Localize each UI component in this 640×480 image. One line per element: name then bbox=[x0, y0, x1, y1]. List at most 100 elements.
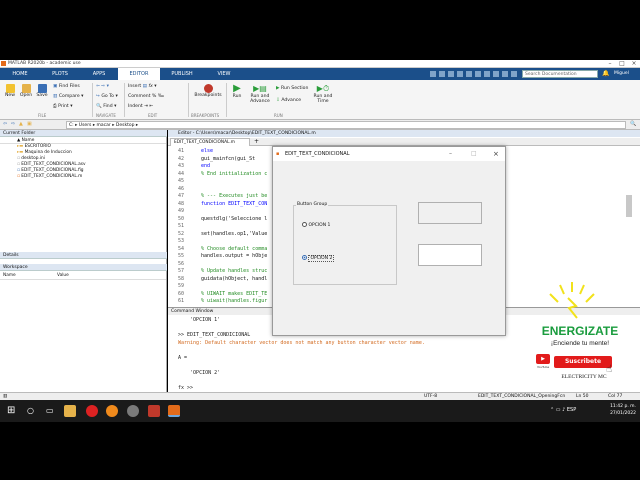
details-header[interactable]: Details bbox=[0, 252, 167, 259]
file-item[interactable]: ▫ EDIT_TEXT_CONDICIONAL.m bbox=[0, 174, 160, 180]
divider bbox=[188, 83, 189, 117]
minimize-icon[interactable]: – bbox=[449, 147, 452, 161]
browse-folder-icon[interactable]: ▣ bbox=[27, 121, 32, 127]
tab-apps[interactable]: APPS bbox=[80, 68, 118, 80]
notification-icon[interactable]: 🔔 bbox=[602, 70, 609, 77]
find-button[interactable]: 🔍 Find ▾ bbox=[96, 104, 116, 109]
new-label: New bbox=[4, 93, 16, 98]
navigate-section-label: NAVIGATE bbox=[96, 113, 116, 118]
status-line: Ln 50 bbox=[576, 394, 589, 399]
go-to-button[interactable]: ↪ Go To ▾ bbox=[96, 94, 118, 99]
edit-text-1[interactable] bbox=[418, 202, 482, 224]
tab-view[interactable]: VIEW bbox=[204, 68, 244, 80]
energizate-subtitle: ¡Enciende tu mente! bbox=[550, 340, 610, 347]
editor-file-tab[interactable]: EDIT_TEXT_CONDICIONAL.m bbox=[170, 138, 250, 146]
acrobat-icon[interactable] bbox=[148, 405, 160, 417]
task-view-icon[interactable]: ▭ bbox=[46, 405, 54, 417]
settings-icon[interactable] bbox=[127, 405, 139, 417]
run-advance-icon: ▶▤ bbox=[253, 84, 267, 93]
maximize-icon[interactable]: □ bbox=[471, 147, 477, 161]
line-number[interactable]: 61 bbox=[168, 297, 184, 305]
code-text: handles.output = hObje bbox=[198, 253, 268, 259]
clock-time[interactable]: 11:42 p. m. bbox=[606, 404, 636, 409]
run-button[interactable]: ▶ Run bbox=[229, 84, 245, 100]
path-drive[interactable]: C: bbox=[69, 123, 74, 128]
command-line: A = bbox=[178, 354, 188, 361]
open-label: Open bbox=[19, 93, 33, 98]
file-item-label: EDIT_TEXT_CONDICIONAL.asv bbox=[21, 162, 86, 167]
path-segment[interactable]: macar bbox=[97, 123, 111, 128]
breakpoints-button[interactable]: Breakpoints bbox=[192, 84, 224, 98]
editor-scrollbar[interactable] bbox=[626, 195, 632, 217]
windows-start-icon[interactable]: ⊞ bbox=[7, 405, 15, 417]
subscribe-button[interactable]: Suscribete bbox=[554, 356, 612, 368]
current-path[interactable]: C: ▸ Users ▸ macar ▸ Desktop ▸ bbox=[66, 121, 626, 129]
tab-home[interactable]: HOME bbox=[0, 68, 40, 80]
run-time-button[interactable]: ▶⏱ Run and Time bbox=[312, 84, 334, 104]
left-panel: Current Folder ▲ Name ▸▬ ESCRITORIO ▸▬ M… bbox=[0, 130, 167, 392]
minimize-icon[interactable]: – bbox=[604, 60, 616, 68]
search-icon[interactable]: ○ bbox=[27, 405, 34, 417]
radio-opcion-1[interactable]: OPCION 1 bbox=[302, 222, 330, 229]
back-forward-buttons[interactable]: ⇦ ⇨ ▾ bbox=[96, 84, 109, 89]
workspace-name-header[interactable]: Name bbox=[3, 272, 16, 280]
maximize-icon[interactable]: □ bbox=[616, 60, 628, 68]
run-time-icon: ▶⏱ bbox=[316, 84, 330, 93]
close-icon[interactable]: × bbox=[493, 147, 499, 161]
taskbar: ⊞ ○ ▭ ⌃ ▭ ♪ ESP 11:42 p. m. 27/01/2022 bbox=[0, 400, 640, 422]
advance-button[interactable]: ⇩ Advance bbox=[276, 98, 301, 103]
radio-circle[interactable] bbox=[302, 222, 307, 227]
back-icon[interactable]: ⇦ bbox=[3, 121, 7, 127]
comment-label: Comment bbox=[128, 94, 151, 99]
up-folder-icon[interactable]: ▲ bbox=[19, 121, 23, 127]
find-files-button[interactable]: ▣ Find Files bbox=[53, 84, 80, 89]
clock-date[interactable]: 27/01/2022 bbox=[606, 411, 636, 416]
find-label: Find bbox=[103, 104, 113, 109]
indent-button[interactable]: Indent ⇥ ⇤ bbox=[128, 104, 153, 109]
path-segment[interactable]: Users bbox=[79, 123, 92, 128]
workspace-value-header[interactable]: Value bbox=[57, 272, 69, 280]
tab-publish[interactable]: PUBLISH bbox=[160, 68, 204, 80]
forward-icon[interactable]: ⇨ bbox=[11, 121, 15, 127]
divider bbox=[124, 83, 125, 117]
status-icon: ▥ bbox=[3, 394, 8, 399]
file-item-label: desktop.ini bbox=[21, 156, 45, 161]
system-tray-icons[interactable]: ⌃ ▭ ♪ ESP bbox=[550, 407, 576, 413]
opera-icon[interactable] bbox=[86, 405, 98, 417]
compare-button[interactable]: ▥ Compare ▾ bbox=[53, 94, 83, 99]
run-section-button[interactable]: ▶ Run Section bbox=[276, 86, 308, 91]
comment-button[interactable]: Comment % ‰ bbox=[128, 94, 164, 99]
print-button[interactable]: ⎙ Print ▾ bbox=[53, 104, 73, 109]
radio-opcion-2[interactable]: OPCION 2 bbox=[302, 255, 335, 262]
firefox-icon[interactable] bbox=[106, 405, 118, 417]
insert-button[interactable]: Insert ▤ fx ▾ bbox=[128, 84, 157, 89]
new-button[interactable]: New bbox=[3, 84, 17, 98]
figure-title-bar: ▪ EDIT_TEXT_CONDICIONAL – □ × bbox=[273, 147, 505, 161]
file-item-label: EDIT_TEXT_CONDICIONAL.fig bbox=[21, 168, 84, 173]
radio-opcion-1-label: OPCION 1 bbox=[308, 223, 331, 228]
tab-editor[interactable]: EDITOR bbox=[118, 68, 160, 80]
run-advance-button[interactable]: ▶▤ Run and Advance bbox=[247, 84, 273, 104]
save-button[interactable]: Save bbox=[35, 84, 49, 98]
divider bbox=[226, 83, 227, 117]
folder-item-label: Maquina de Induccion bbox=[24, 150, 72, 155]
add-tab-icon[interactable]: + bbox=[254, 138, 259, 146]
matlab-taskbar-icon[interactable] bbox=[168, 405, 180, 417]
edit-text-2[interactable] bbox=[418, 244, 482, 266]
search-documentation-input[interactable]: Search Documentation bbox=[522, 70, 598, 78]
quick-access-toolbar[interactable] bbox=[430, 71, 518, 77]
tab-plots[interactable]: PLOTS bbox=[40, 68, 80, 80]
close-icon[interactable]: × bbox=[628, 60, 640, 68]
workspace-columns: Name Value bbox=[0, 272, 166, 280]
code-text: % End initialization c bbox=[198, 170, 268, 177]
file-explorer-icon[interactable] bbox=[64, 405, 76, 417]
radio-circle-selected[interactable] bbox=[302, 255, 307, 260]
button-group-panel: Button Group OPCION 1 OPCION 2 bbox=[293, 202, 397, 285]
search-folder-icon[interactable]: 🔍 bbox=[630, 121, 636, 127]
name-column-header[interactable]: ▲ Name bbox=[0, 137, 166, 144]
matlab-logo-icon bbox=[1, 61, 6, 66]
user-menu[interactable]: Miguel bbox=[614, 68, 629, 80]
open-button[interactable]: Open bbox=[19, 84, 33, 98]
path-segment[interactable]: Desktop bbox=[116, 123, 135, 128]
address-bar: ⇦ ⇨ ▲ ▣ C: ▸ Users ▸ macar ▸ Desktop ▸ 🔍 bbox=[0, 120, 640, 130]
